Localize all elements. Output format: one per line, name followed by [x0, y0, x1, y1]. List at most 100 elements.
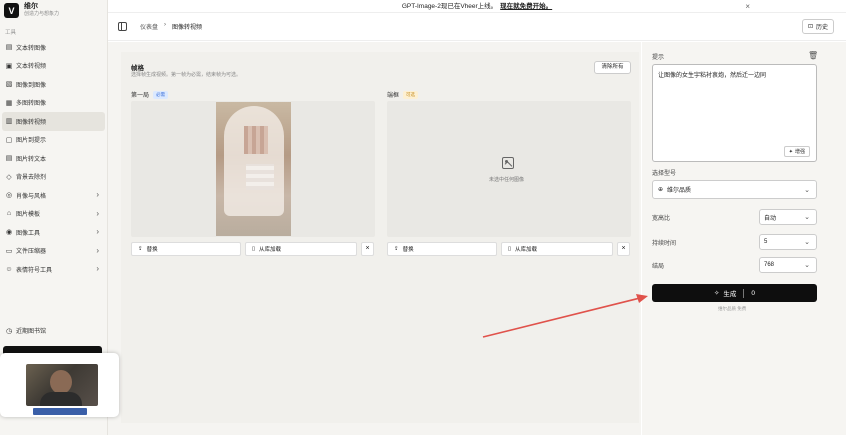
banner-text: GPT-Image-2现已在Vheer上线。: [401, 3, 498, 10]
banner-link[interactable]: 现在就免费开始。: [500, 3, 552, 10]
end-frame-title: 端框: [387, 93, 400, 99]
sidebar-item-text-to-image[interactable]: ▤ 文本转图像: [2, 38, 105, 57]
aspect-ratio-label: 宽高比: [652, 216, 671, 222]
first-frame-title: 第一局: [131, 93, 150, 99]
webcam-overlay: [0, 353, 119, 417]
chevron-right-icon: ›: [96, 190, 99, 199]
sidebar-item-portrait-style[interactable]: ◎ 肖像与风格 ›: [2, 186, 105, 205]
sidebar-item-label: 图片转文本: [16, 156, 47, 163]
model-label: 选择型号: [652, 171, 677, 177]
upload-icon: ⇪: [394, 246, 399, 252]
image-placeholder-icon: [502, 157, 514, 169]
enhance-button[interactable]: ✦ 增强: [783, 146, 810, 157]
prompt-text: 让图像的女生宇粘衬衷炮，然后迁一边同: [658, 73, 767, 79]
chevron-right-icon: ›: [96, 264, 99, 273]
end-replace-button[interactable]: ⇪ 替换: [387, 242, 497, 256]
upload-icon: ⇪: [138, 246, 143, 252]
first-frame-label: 第一局 必需: [131, 90, 169, 99]
end-remove-button[interactable]: ×: [617, 242, 630, 256]
aspect-ratio-value: 自动: [764, 215, 777, 222]
load-library-label: 从库加载: [515, 247, 538, 253]
duration-select[interactable]: 5 ⌄: [759, 234, 817, 250]
photo-mosaic-face: [244, 126, 268, 154]
announcement-banner: GPT-Image-2现已在Vheer上线。 现在就免费开始。 ×: [108, 0, 846, 13]
close-icon[interactable]: ×: [745, 0, 750, 13]
sidebar-item-image-tools[interactable]: ◉ 图像工具 ›: [2, 223, 105, 242]
book-icon: ▯: [508, 246, 512, 252]
sidebar-item-multi-image[interactable]: ▦ 多图转图像: [2, 94, 105, 113]
resolution-select[interactable]: 768 ⌄: [759, 257, 817, 273]
breadcrumb: 仪表盘 › 图像转视频: [140, 22, 202, 31]
sidebar-item-label: 多图转图像: [16, 101, 47, 108]
replace-label: 替换: [402, 247, 414, 253]
template-icon: ⌂: [6, 210, 12, 218]
sidebar-item-label: 图像工具: [16, 230, 41, 237]
clear-all-button[interactable]: 清除所有: [594, 61, 631, 74]
sidebar-item-image-templates[interactable]: ⌂ 图片模板 ›: [2, 205, 105, 224]
model-value: 维尔品质: [667, 188, 692, 194]
aspect-ratio-select[interactable]: 自动 ⌄: [759, 209, 817, 225]
generate-cost: 0: [751, 289, 756, 297]
image-text-icon: ▤: [5, 155, 13, 163]
first-remove-button[interactable]: ×: [361, 242, 374, 256]
end-load-library-button[interactable]: ▯ 从库加载: [501, 242, 613, 256]
history-icon: ⊡: [807, 24, 813, 30]
photo-mosaic-body: [246, 164, 274, 190]
sidebar-item-label: 文件压缩器: [16, 249, 47, 256]
recent-library-link[interactable]: ◷ 近期图书馆: [5, 326, 47, 336]
image-video-icon: ▥: [5, 118, 13, 126]
brand-logo: V: [4, 3, 19, 18]
sidebar-item-label: 图片到提示: [16, 138, 47, 145]
multi-image-icon: ▦: [5, 99, 13, 107]
sparkle-icon: ✦: [788, 148, 793, 155]
chevron-down-icon: ⌄: [804, 262, 810, 269]
chevron-down-icon: ⌄: [804, 239, 810, 246]
brand-name: 维尔: [24, 3, 38, 10]
prompt-textarea[interactable]: 让图像的女生宇粘衬衷炮，然后迁一边同 ✦ 增强: [652, 64, 817, 162]
sidebar-item-background-remover[interactable]: ◇ 背景去除剂: [2, 168, 105, 187]
book-icon: ▯: [252, 246, 256, 252]
webcam-person-body: [40, 392, 82, 406]
sidebar-item-image-to-video[interactable]: ▥ 图像转视频: [2, 112, 105, 131]
text-image-icon: ▤: [5, 44, 13, 52]
trash-icon[interactable]: 🗑: [808, 51, 818, 60]
breadcrumb-dashboard[interactable]: 仪表盘: [140, 22, 158, 31]
history-button[interactable]: ⊡ 历史: [801, 19, 834, 34]
tools-section-label: 工具: [5, 30, 17, 36]
image-image-icon: ▧: [5, 81, 13, 89]
sidebar-item-label: 图像转视频: [16, 119, 47, 126]
load-library-label: 从库加载: [259, 247, 282, 253]
recent-library-label: 近期图书馆: [16, 329, 47, 335]
photo-veil: [224, 106, 284, 216]
sidebar-item-file-compressor[interactable]: ▭ 文件压缩器 ›: [2, 242, 105, 261]
model-select[interactable]: ⊕ 维尔品质 ⌄: [652, 180, 817, 199]
generate-button[interactable]: ✧ 生成 0: [652, 284, 817, 302]
duration-value: 5: [764, 239, 768, 245]
emoji-icon: ☺: [5, 265, 13, 273]
sidebar-item-image-to-text[interactable]: ▤ 图片转文本: [2, 149, 105, 168]
sidebar-item-image-to-image[interactable]: ▧ 图像到图像: [2, 75, 105, 94]
chevron-down-icon: ⌄: [804, 186, 810, 194]
sidebar-item-text-to-video[interactable]: ▣ 文本转视频: [2, 57, 105, 76]
first-replace-button[interactable]: ⇪ 替换: [131, 242, 241, 256]
no-image-text: 未选中任何图像: [489, 177, 525, 183]
prompt-label: 提示: [652, 55, 665, 61]
sidebar-item-image-to-prompt[interactable]: ▢ 图片到提示: [2, 131, 105, 150]
brand-tagline: 创造力与想象力: [24, 11, 60, 17]
credit-note: 维尔品质 免费: [718, 306, 747, 311]
brand[interactable]: V 维尔 创造力与想象力: [4, 3, 59, 18]
first-load-library-button[interactable]: ▯ 从库加载: [245, 242, 357, 256]
tools-icon: ◉: [5, 229, 13, 237]
breadcrumb-separator-icon: ›: [164, 22, 167, 28]
webcam-person-head: [50, 370, 72, 394]
resolution-label: 结局: [652, 264, 665, 270]
sidebar-toggle-icon[interactable]: [118, 22, 127, 31]
sidebar-item-emoji-tools[interactable]: ☺ 表情符号工具 ›: [2, 260, 105, 279]
image-prompt-icon: ▢: [5, 136, 13, 144]
sidebar-item-label: 肖像与风格: [16, 193, 47, 200]
resolution-value: 768: [764, 262, 775, 268]
sparkle-icon: ✧: [713, 290, 720, 297]
page-header: 仪表盘 › 图像转视频 ⊡ 历史: [108, 13, 846, 41]
eraser-icon: ◇: [6, 173, 12, 181]
required-badge: 必需: [153, 90, 169, 99]
